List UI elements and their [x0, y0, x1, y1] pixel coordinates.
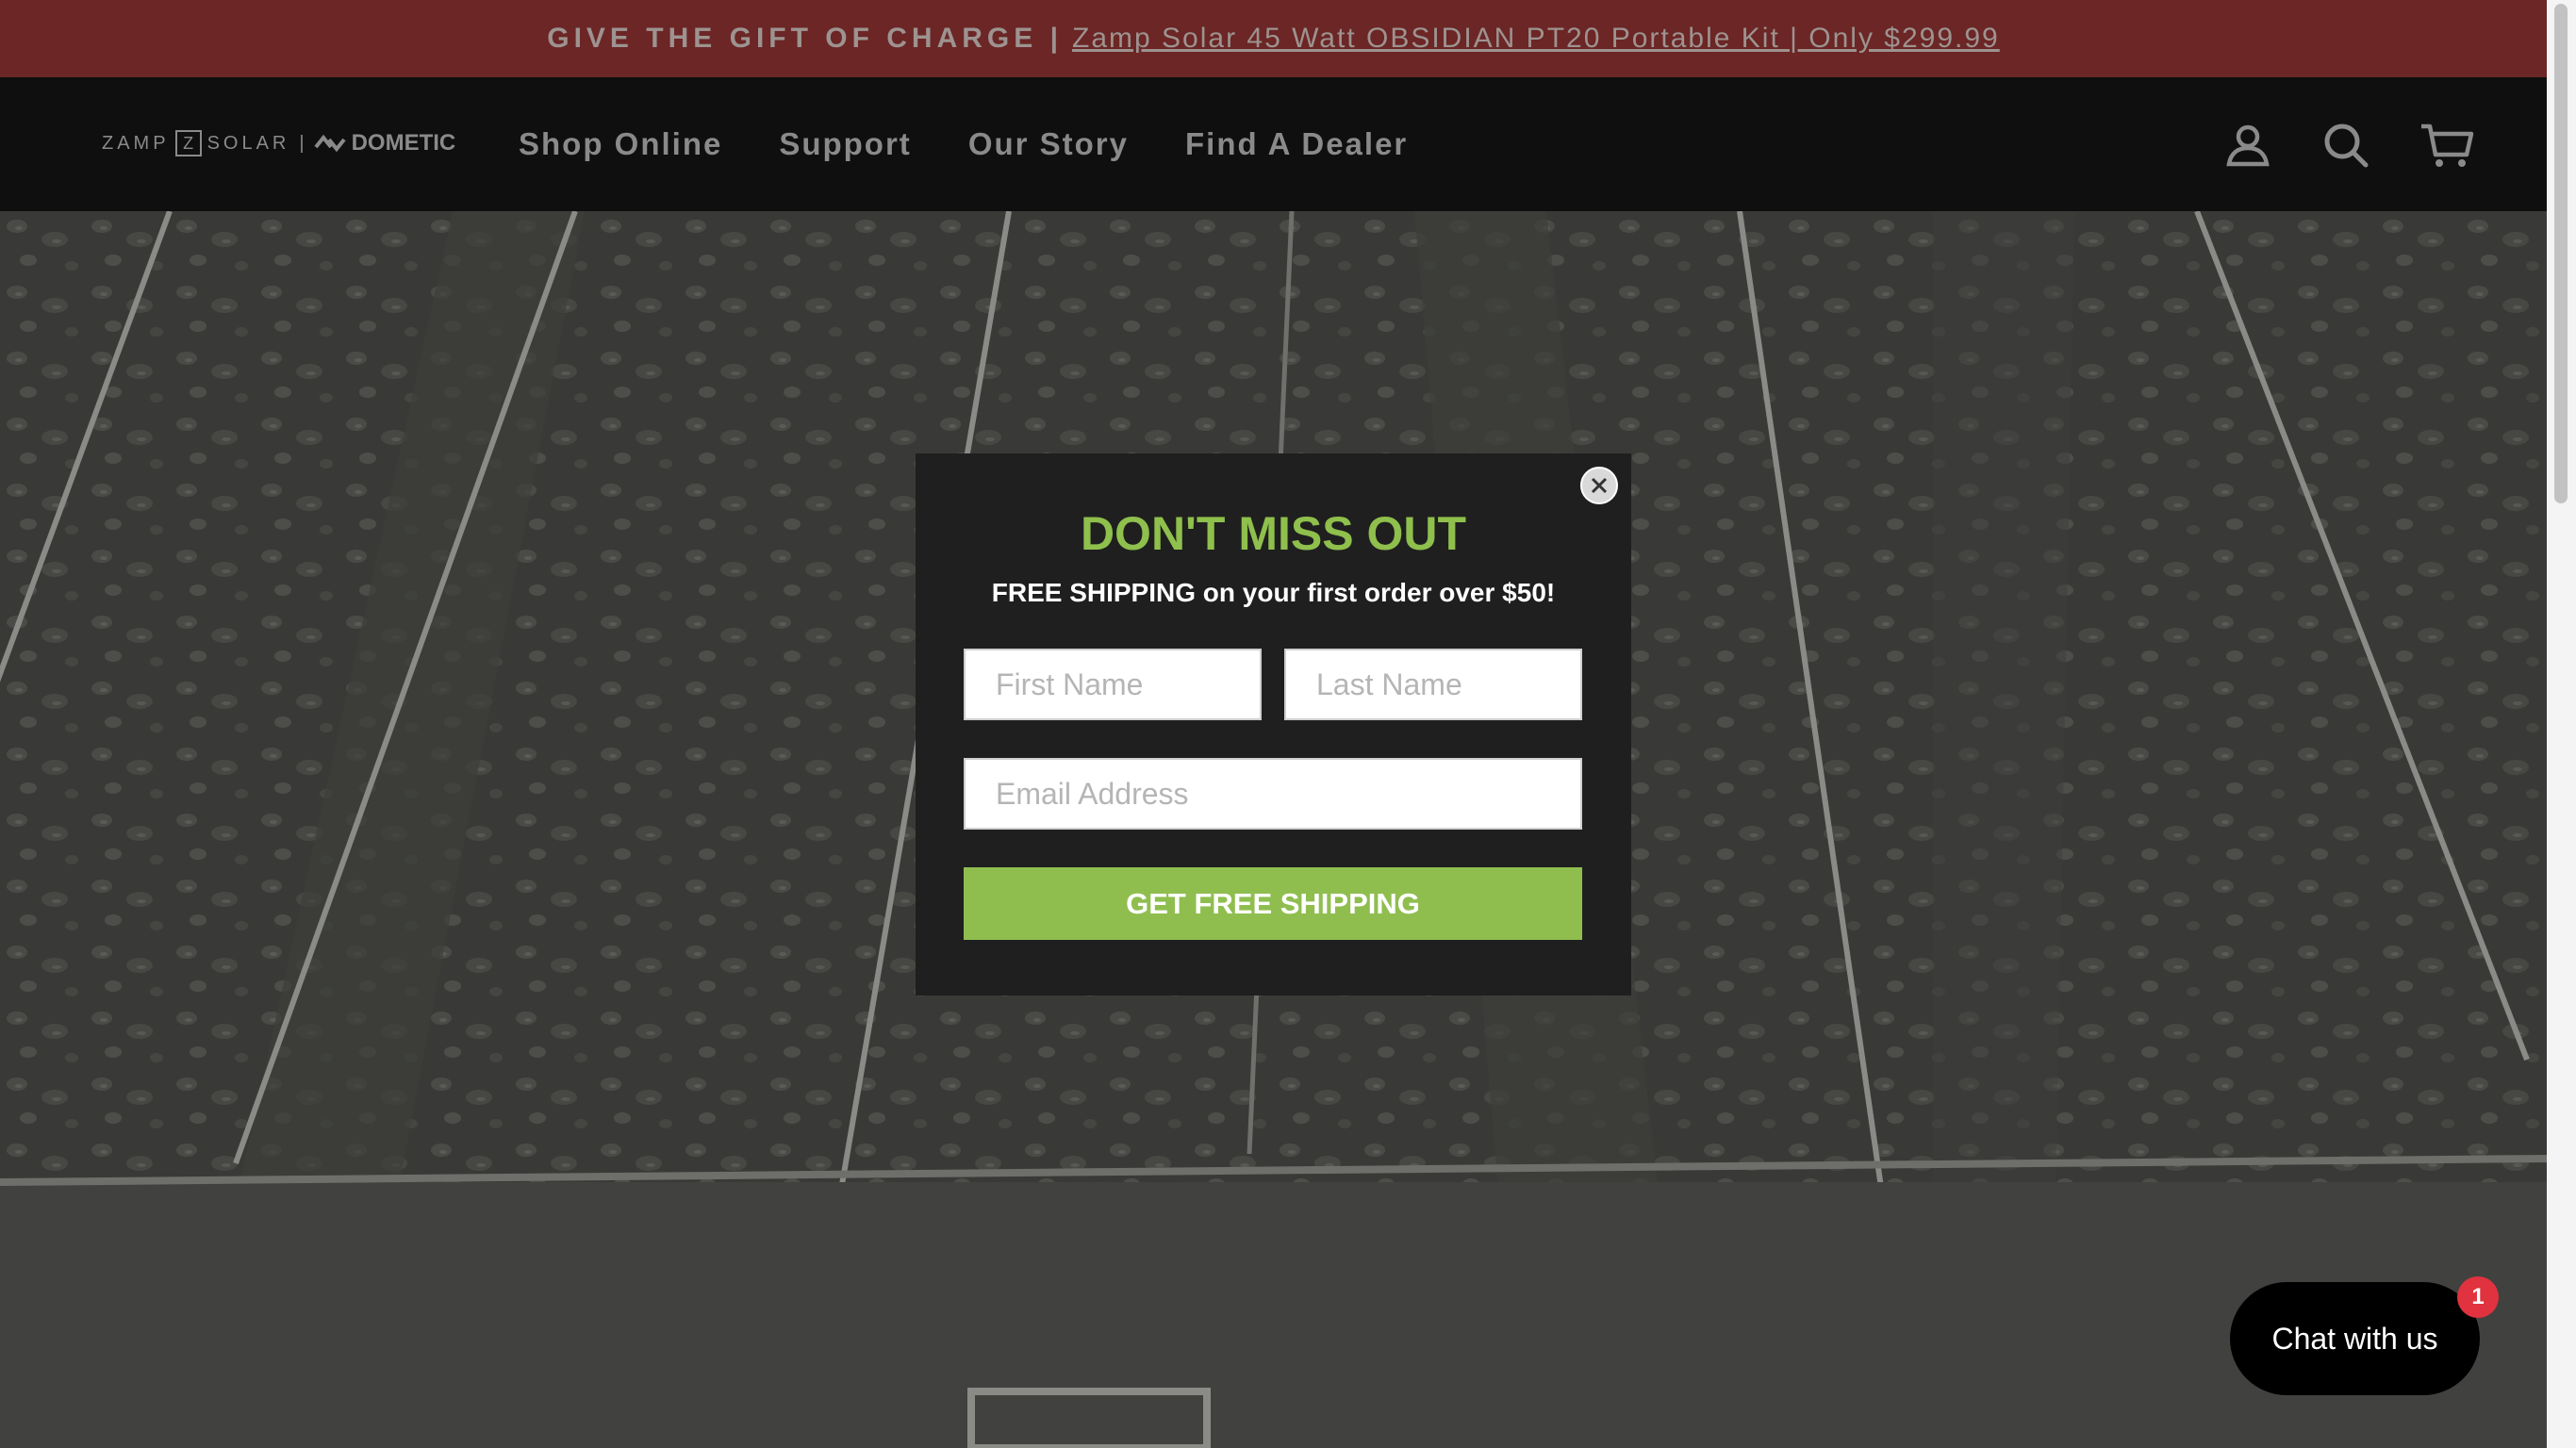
nav-support[interactable]: Support: [779, 126, 911, 162]
scrollbar-thumb[interactable]: [2554, 4, 2568, 503]
logo-solar: SOLAR: [206, 132, 290, 154]
brand-logo[interactable]: ZAMP Z SOLAR | DOMETIC: [102, 130, 455, 156]
get-free-shipping-button[interactable]: GET FREE SHIPPING: [964, 867, 1582, 940]
page-scrollbar[interactable]: [2547, 0, 2576, 1448]
first-name-input[interactable]: [964, 649, 1262, 720]
close-icon: [1591, 477, 1608, 494]
logo-dometic: DOMETIC: [351, 130, 456, 156]
site-header: ZAMP Z SOLAR | DOMETIC Shop Online Suppo…: [0, 77, 2547, 211]
dometic-mark-icon: [314, 134, 346, 153]
account-icon[interactable]: [2223, 121, 2272, 170]
modal-title: DON'T MISS OUT: [1080, 507, 1467, 560]
logo-zamp: ZAMP: [102, 132, 170, 154]
logo-separator: |: [299, 132, 305, 154]
main-nav: Shop Online Support Our Story Find A Dea…: [519, 77, 1464, 211]
nav-find-a-dealer[interactable]: Find A Dealer: [1185, 126, 1408, 162]
logo-z-mark: Z: [174, 130, 202, 156]
chat-button[interactable]: Chat with us 1: [2230, 1276, 2499, 1395]
newsletter-modal: DON'T MISS OUT FREE SHIPPING on your fir…: [916, 453, 1631, 996]
announcement-bar: GIVE THE GIFT OF CHARGE | Zamp Solar 45 …: [0, 0, 2547, 77]
chat-notification-badge: 1: [2457, 1276, 2499, 1318]
cart-icon[interactable]: [2419, 121, 2474, 170]
close-button[interactable]: [1580, 467, 1618, 504]
nav-shop-online[interactable]: Shop Online: [519, 126, 722, 162]
modal-subtitle: FREE SHIPPING on your first order over $…: [991, 578, 1556, 607]
search-icon[interactable]: [2321, 121, 2370, 170]
nav-our-story[interactable]: Our Story: [968, 126, 1129, 162]
email-input[interactable]: [964, 758, 1582, 830]
announcement-lead: GIVE THE GIFT OF CHARGE |: [547, 23, 1063, 54]
announcement-link[interactable]: Zamp Solar 45 Watt OBSIDIAN PT20 Portabl…: [1072, 23, 2000, 55]
last-name-input[interactable]: [1284, 649, 1582, 720]
chat-label: Chat with us: [2271, 1321, 2438, 1356]
